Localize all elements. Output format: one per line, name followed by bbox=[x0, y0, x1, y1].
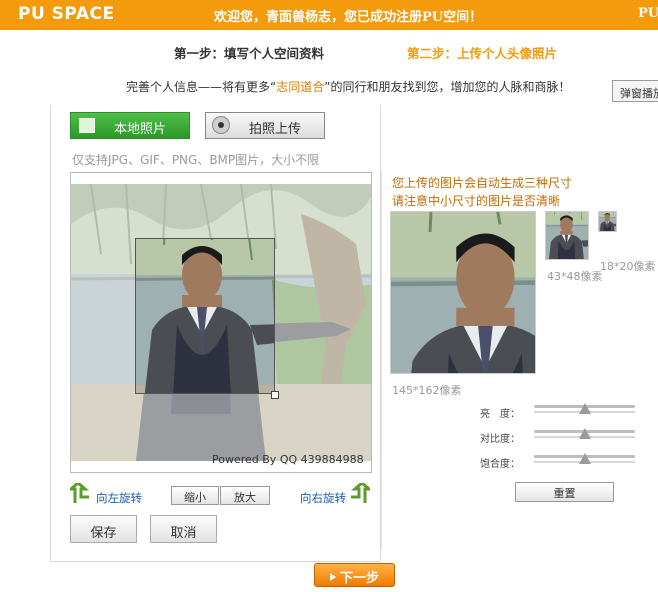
step-one-label: 第一步：填写个人空间资料 bbox=[174, 46, 325, 61]
avatar-preview-medium-image bbox=[545, 211, 589, 260]
contrast-label: 对比度： bbox=[480, 434, 520, 445]
camera-upload-label: 拍照上传 bbox=[249, 122, 302, 137]
reset-button[interactable]: 重置 bbox=[515, 482, 614, 502]
header-right-text: PU bbox=[638, 6, 658, 21]
site-logo[interactable]: PU SPACE bbox=[18, 4, 115, 24]
saturation-label: 饱合度： bbox=[480, 459, 520, 470]
crop-resize-handle[interactable] bbox=[271, 391, 279, 399]
next-step-label: 下一步 bbox=[339, 571, 379, 586]
rotate-left-icon[interactable] bbox=[70, 483, 92, 505]
avatar-preview-large bbox=[390, 211, 536, 374]
step-two-label: 第二步：上传个人头像照片 bbox=[407, 46, 558, 61]
contrast-slider-thumb[interactable] bbox=[578, 428, 591, 439]
cancel-button[interactable]: 取消 bbox=[150, 515, 217, 543]
webcam-icon bbox=[212, 116, 230, 134]
saturation-slider-thumb[interactable] bbox=[578, 453, 591, 464]
preview-tip-sizes: 您上传的图片会自动生成三种尺寸 bbox=[392, 176, 573, 190]
next-step-button[interactable]: 下一步 bbox=[314, 563, 395, 587]
rotate-right-link[interactable]: 向右旋转 bbox=[300, 490, 346, 506]
brightness-slider[interactable] bbox=[534, 403, 635, 414]
rotate-right-icon[interactable] bbox=[348, 483, 370, 505]
local-photo-button[interactable]: 本地照片 bbox=[70, 112, 190, 139]
top-header-bar: PU SPACE 欢迎您，青面兽杨志，您已成功注册PU空间！ PU bbox=[0, 0, 658, 30]
avatar-preview-small bbox=[598, 211, 617, 232]
brightness-label: 亮 度： bbox=[480, 409, 520, 420]
crop-selection-box[interactable] bbox=[135, 238, 275, 394]
contrast-slider[interactable] bbox=[534, 428, 635, 439]
rotate-left-link[interactable]: 向左旋转 bbox=[96, 490, 142, 506]
save-button[interactable]: 保存 bbox=[70, 515, 137, 543]
format-hint: 仅支持JPG、GIF、PNG、BMP图片，大小不限 bbox=[72, 153, 320, 167]
brightness-slider-thumb[interactable] bbox=[578, 403, 591, 414]
intro-highlight: 志同道合 bbox=[276, 80, 325, 94]
local-photo-label: 本地照片 bbox=[114, 122, 167, 137]
avatar-preview-medium bbox=[545, 211, 589, 260]
intro-text-after: ”的同行和朋友找到您，增加您的人脉和商脉！ bbox=[324, 80, 571, 94]
saturation-slider[interactable] bbox=[534, 453, 635, 464]
powered-by-text: Powered By QQ 439884988 bbox=[212, 453, 364, 466]
size-label-small: 18*20像素 bbox=[600, 260, 656, 273]
play-arrow-icon bbox=[329, 573, 336, 581]
welcome-message: 欢迎您，青面兽杨志，您已成功注册PU空间！ bbox=[214, 10, 483, 25]
avatar-preview-large-image bbox=[390, 211, 536, 374]
avatar-preview-small-image bbox=[598, 211, 617, 232]
photo-icon bbox=[79, 118, 95, 133]
panel-divider bbox=[381, 170, 382, 550]
crop-selection-image bbox=[135, 238, 275, 394]
intro-text-before: 完善个人信息——将有更多“ bbox=[126, 80, 277, 94]
preview-tip-clarity: 请注意中小尺寸的图片是否清晰 bbox=[392, 194, 561, 208]
zoom-out-button[interactable]: 缩小 bbox=[171, 486, 219, 505]
popup-play-tab[interactable]: 弹窗播放 bbox=[612, 80, 658, 102]
photo-editor: Powered By QQ 439884988 bbox=[70, 172, 372, 473]
camera-upload-button[interactable]: 拍照上传 bbox=[205, 112, 325, 139]
size-label-medium: 43*48像素 bbox=[547, 270, 603, 283]
intro-text: 完善个人信息——将有更多“志同道合”的同行和朋友找到您，增加您的人脉和商脉！ bbox=[126, 78, 570, 95]
zoom-in-button[interactable]: 放大 bbox=[220, 486, 270, 505]
size-label-large: 145*162像素 bbox=[392, 384, 462, 397]
